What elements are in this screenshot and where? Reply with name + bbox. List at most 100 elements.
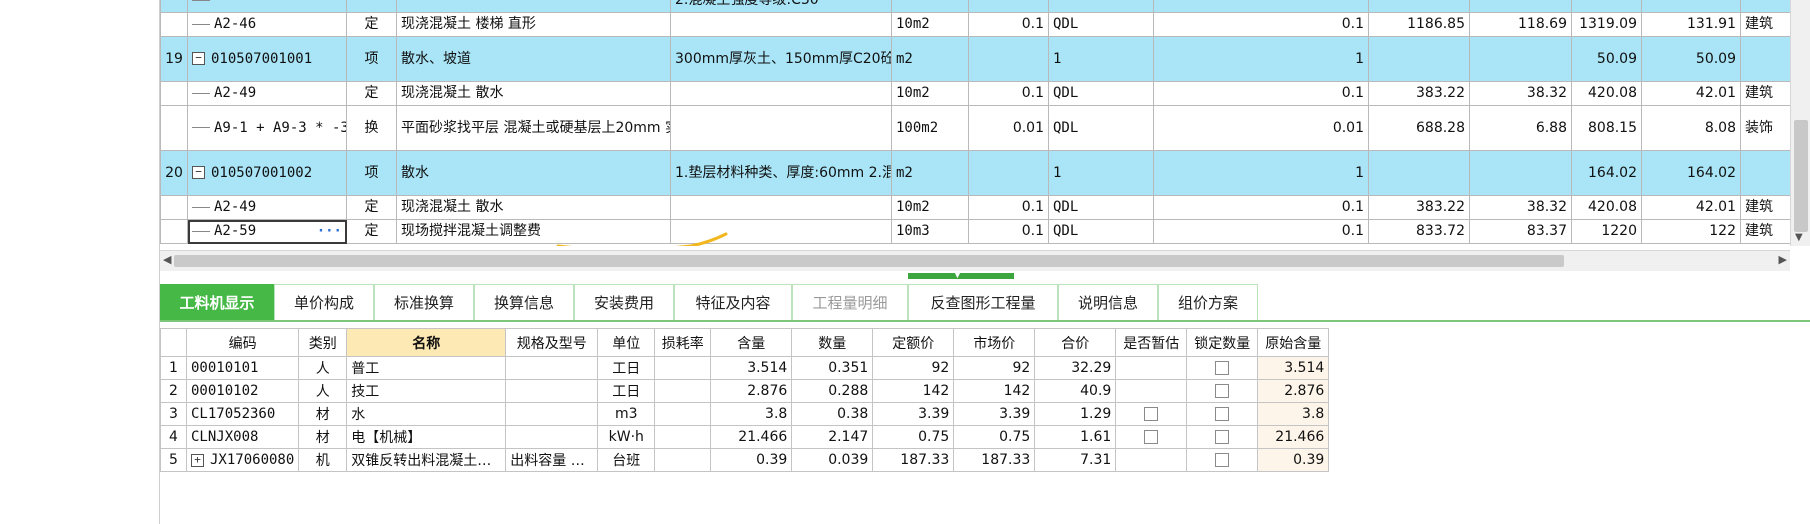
- tab-description-info[interactable]: 说明信息: [1058, 284, 1158, 320]
- item-name[interactable]: 散水: [396, 150, 671, 196]
- item-composite-unit-price[interactable]: 50.09: [1571, 36, 1642, 82]
- item-unit-price[interactable]: 383.22: [1368, 81, 1470, 106]
- resource-name[interactable]: 技工: [346, 379, 507, 403]
- vertical-scrollbar[interactable]: ▼: [1790, 0, 1810, 246]
- item-discipline[interactable]: [1740, 0, 1790, 13]
- item-name[interactable]: [396, 0, 671, 13]
- item-name[interactable]: 平面砂浆找平层 混凝土或硬基层上20mm 实际厚度(mm):5: [396, 105, 671, 151]
- bill-item-row[interactable]: 2.混凝土强度等级:C30: [160, 0, 1790, 13]
- item-composite-total[interactable]: 8.08: [1641, 105, 1741, 151]
- item-feature[interactable]: [670, 81, 892, 106]
- provisional-checkbox[interactable]: [1115, 356, 1188, 380]
- item-total-price[interactable]: [1469, 150, 1572, 196]
- item-composite-total[interactable]: 122: [1641, 219, 1741, 244]
- resource-name[interactable]: 普工: [346, 356, 507, 380]
- col-content-header[interactable]: 含量: [710, 328, 793, 357]
- col-provisional-header[interactable]: 是否暂估: [1115, 328, 1188, 357]
- resource-content[interactable]: 2.876: [710, 379, 793, 403]
- resource-quantity[interactable]: 0.288: [791, 379, 874, 403]
- item-quantity-expr[interactable]: 0.1: [968, 219, 1049, 244]
- resource-code[interactable]: CLNJX008: [185, 425, 300, 449]
- item-quantity-expr-code[interactable]: [1048, 0, 1154, 13]
- item-quantity-expr[interactable]: 0.1: [968, 81, 1049, 106]
- item-code[interactable]: −010507001001: [187, 36, 347, 82]
- resource-quota-price[interactable]: 187.33: [872, 448, 955, 472]
- item-unit[interactable]: 10m3: [891, 219, 969, 244]
- resource-category[interactable]: 人: [298, 356, 348, 380]
- col-original-content-header[interactable]: 原始含量: [1257, 328, 1330, 357]
- col-quota-price-header[interactable]: 定额价: [872, 328, 955, 357]
- item-code[interactable]: A2-49: [187, 195, 347, 220]
- resource-original-content[interactable]: 2.876: [1257, 379, 1330, 403]
- resource-code[interactable]: 00010101: [185, 356, 300, 380]
- item-composite-total[interactable]: [1641, 0, 1741, 13]
- resource-loss-rate[interactable]: [654, 379, 712, 403]
- lock-quantity-checkbox[interactable]: [1186, 402, 1259, 426]
- scroll-down-arrow-icon[interactable]: ▼: [1795, 232, 1803, 243]
- item-total-price[interactable]: [1469, 36, 1572, 82]
- resource-row[interactable]: 3 CL17052360 材水 m3 3.8 0.38 3.39 3.39 1.29 3.8: [160, 402, 1330, 426]
- tab-reverse-graphic-quantity[interactable]: 反查图形工程量: [908, 284, 1058, 320]
- resource-index[interactable]: 1: [160, 356, 187, 380]
- row-index[interactable]: [160, 195, 188, 220]
- lock-checkbox-box[interactable]: [1215, 361, 1230, 375]
- item-composite-unit-price[interactable]: 420.08: [1571, 195, 1642, 220]
- item-code[interactable]: A2-49: [187, 81, 347, 106]
- tab-labor-material-machine[interactable]: 工料机显示: [160, 284, 274, 320]
- item-composite-unit-price[interactable]: 1220: [1571, 219, 1642, 244]
- resource-quota-price[interactable]: 142: [872, 379, 955, 403]
- resource-index[interactable]: 3: [160, 402, 187, 426]
- item-quantity-expr[interactable]: 0.1: [968, 12, 1049, 37]
- item-unit-price[interactable]: 383.22: [1368, 195, 1470, 220]
- item-discipline[interactable]: [1740, 150, 1790, 196]
- resource-total-price[interactable]: 1.29: [1034, 402, 1117, 426]
- resource-content[interactable]: 3.8: [710, 402, 793, 426]
- item-quantity-expr-code[interactable]: 1: [1048, 150, 1154, 196]
- resource-category[interactable]: 材: [298, 402, 348, 426]
- item-composite-total[interactable]: 50.09: [1641, 36, 1741, 82]
- resource-original-content[interactable]: 3.514: [1257, 356, 1330, 380]
- item-quantity-expr[interactable]: 0.01: [968, 105, 1049, 151]
- col-spec-header[interactable]: 规格及型号: [505, 328, 599, 357]
- item-total-price[interactable]: 83.37: [1469, 219, 1572, 244]
- resource-row[interactable]: 4 CLNJX008 材电【机械】 kW·h 21.466 2.147 0.75 0.75 1.…: [160, 425, 1330, 449]
- resource-spec[interactable]: [505, 402, 599, 426]
- resource-quantity[interactable]: 0.039: [791, 448, 874, 472]
- tab-installation-cost[interactable]: 安装费用: [574, 284, 674, 320]
- item-unit[interactable]: 10m2: [891, 12, 969, 37]
- item-unit-price[interactable]: 833.72: [1368, 219, 1470, 244]
- item-feature[interactable]: [670, 105, 892, 151]
- row-index[interactable]: [160, 81, 188, 106]
- resource-market-price[interactable]: 3.39: [953, 402, 1036, 426]
- vertical-scroll-thumb[interactable]: [1794, 120, 1808, 232]
- lock-checkbox-box[interactable]: [1215, 453, 1230, 467]
- item-quantity-expr-code[interactable]: QDL: [1048, 12, 1154, 37]
- item-unit[interactable]: [891, 0, 969, 13]
- resource-total-price[interactable]: 7.31: [1034, 448, 1117, 472]
- item-quantity-expr-code[interactable]: 1: [1048, 36, 1154, 82]
- col-unit-header[interactable]: 单位: [597, 328, 656, 357]
- lock-checkbox-box[interactable]: [1215, 384, 1230, 398]
- col-quantity-header[interactable]: 数量: [791, 328, 874, 357]
- tab-quantity-details[interactable]: 工程量明细: [792, 284, 908, 320]
- item-discipline[interactable]: 建筑: [1740, 81, 1790, 106]
- tab-features-content[interactable]: 特征及内容: [674, 284, 792, 320]
- bill-item-row[interactable]: 20−010507001002项散水1.垫层材料种类、厚度:60mm 2.混凝土…: [160, 150, 1790, 196]
- resource-content[interactable]: 3.514: [710, 356, 793, 380]
- item-composite-unit-price[interactable]: 420.08: [1571, 81, 1642, 106]
- more-options-button[interactable]: ···: [317, 224, 342, 239]
- item-quantity-expr-code[interactable]: QDL: [1048, 105, 1154, 151]
- resource-market-price[interactable]: 92: [953, 356, 1036, 380]
- item-discipline[interactable]: 装饰: [1740, 105, 1790, 151]
- item-quantity-expr[interactable]: [968, 0, 1049, 13]
- item-composite-unit-price[interactable]: 808.15: [1571, 105, 1642, 151]
- resource-loss-rate[interactable]: [654, 356, 712, 380]
- scroll-left-arrow-icon[interactable]: ◀: [163, 253, 171, 266]
- item-total-price[interactable]: 6.88: [1469, 105, 1572, 151]
- item-composite-total[interactable]: 42.01: [1641, 195, 1741, 220]
- item-code[interactable]: [187, 0, 347, 13]
- resource-total-price[interactable]: 1.61: [1034, 425, 1117, 449]
- item-quantity-expr[interactable]: [968, 36, 1049, 82]
- item-quantity[interactable]: 1: [1153, 150, 1369, 196]
- row-index[interactable]: 20: [160, 150, 188, 196]
